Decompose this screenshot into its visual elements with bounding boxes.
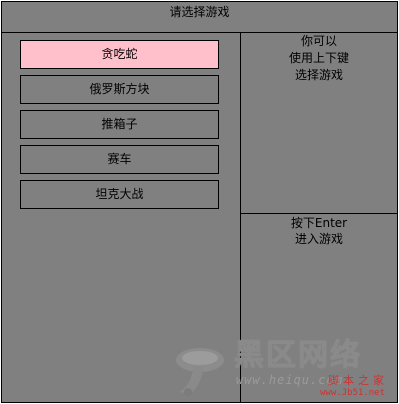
hint-line: 按下Enter [290, 216, 348, 230]
game-menu-window: 请选择游戏 贪吃蛇 俄罗斯方块 推箱子 赛车 坦克大战 你可以 使用上下键 选择… [1, 1, 398, 403]
navigation-hint-panel: 你可以 使用上下键 选择游戏 [241, 33, 398, 214]
hint-line: 进入游戏 [294, 232, 343, 246]
game-item-sokoban[interactable]: 推箱子 [20, 110, 219, 139]
page-title: 请选择游戏 [1, 1, 398, 33]
game-item-tank-battle[interactable]: 坦克大战 [20, 180, 219, 209]
hint-line: 你可以 [300, 34, 337, 48]
hint-line: 使用上下键 [288, 51, 349, 65]
game-item-racing[interactable]: 赛车 [20, 145, 219, 174]
hint-line: 选择游戏 [294, 68, 343, 82]
game-list-panel: 贪吃蛇 俄罗斯方块 推箱子 赛车 坦克大战 [1, 33, 241, 403]
enter-hint-panel: 按下Enter 进入游戏 [241, 214, 398, 403]
game-item-snake[interactable]: 贪吃蛇 [20, 40, 219, 69]
game-item-tetris[interactable]: 俄罗斯方块 [20, 75, 219, 104]
